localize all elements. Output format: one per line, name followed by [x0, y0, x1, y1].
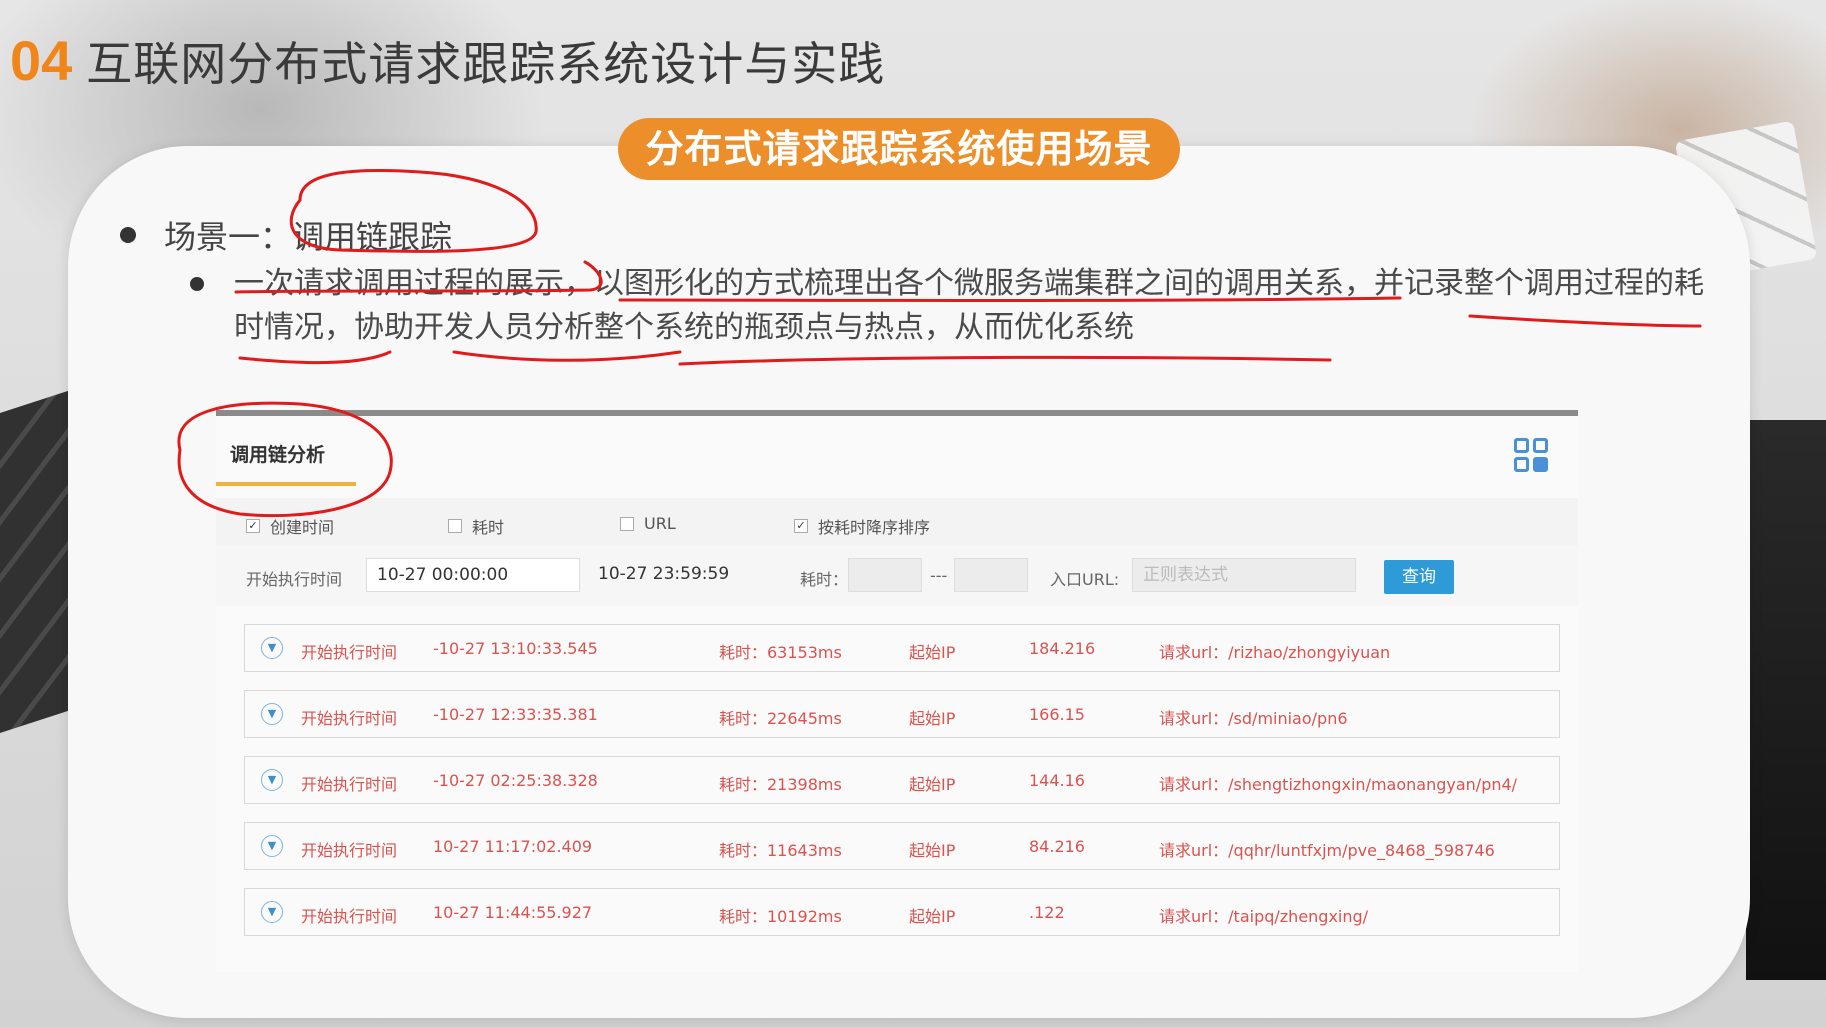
bullet-dot-icon: [120, 227, 136, 243]
expand-chevron-icon[interactable]: ▼: [261, 703, 283, 725]
row-time: -10-27 12:33:35.381: [433, 705, 598, 724]
duration-max-input[interactable]: [954, 558, 1028, 592]
filter-duration[interactable]: 耗时: [448, 514, 504, 538]
trace-row[interactable]: ▼ 开始执行时间 -10-27 13:10:33.545 耗时：63153ms …: [244, 624, 1560, 672]
row-time-label: 开始执行时间: [301, 643, 398, 662]
duration-label: 耗时：: [800, 570, 849, 589]
row-duration: 耗时：63153ms: [719, 643, 842, 662]
expand-chevron-icon[interactable]: ▼: [261, 835, 283, 857]
row-duration: 耗时：21398ms: [719, 775, 842, 794]
checkbox-icon[interactable]: [620, 516, 634, 531]
row-ip: 144.16: [1029, 771, 1085, 790]
trace-row[interactable]: ▼ 开始执行时间 10-27 11:44:55.927 耗时：10192ms 起…: [244, 888, 1560, 936]
row-ip-label: 起始IP: [909, 775, 956, 794]
row-time: 10-27 11:44:55.927: [433, 903, 593, 922]
start-time-label: 开始执行时间: [246, 570, 343, 589]
duration-min-input[interactable]: [848, 558, 922, 592]
search-bar: 开始执行时间 10-27 00:00:00 10-27 23:59:59 耗时：…: [216, 546, 1578, 606]
grid-view-icon[interactable]: [1514, 438, 1548, 472]
row-url: 请求url：/qqhr/luntfxjm/pve_8468_598746: [1159, 841, 1495, 860]
row-time-label: 开始执行时间: [301, 841, 398, 860]
row-time-label: 开始执行时间: [301, 709, 398, 728]
row-ip: .122: [1029, 903, 1065, 922]
filter-label: 耗时: [472, 518, 505, 537]
expand-chevron-icon[interactable]: ▼: [261, 901, 283, 923]
filter-url[interactable]: URL: [620, 514, 676, 533]
scenario-description-bullet: 一次请求调用过程的展示，以图形化的方式梳理出各个微服务端集群之间的调用关系，并记…: [190, 262, 1710, 350]
query-button[interactable]: 查询: [1384, 560, 1454, 594]
trace-row[interactable]: ▼ 开始执行时间 10-27 11:17:02.409 耗时：11643ms 起…: [244, 822, 1560, 870]
entry-url-input[interactable]: 正则表达式: [1132, 558, 1356, 592]
row-ip: 184.216: [1029, 639, 1096, 658]
row-time: -10-27 02:25:38.328: [433, 771, 598, 790]
dark-device-right: [1746, 420, 1826, 980]
filter-label: 按耗时降序排序: [818, 518, 931, 537]
checkbox-icon[interactable]: ✓: [794, 519, 808, 533]
filter-create-time[interactable]: ✓ 创建时间: [246, 514, 334, 538]
row-ip: 166.15: [1029, 705, 1085, 724]
filter-bar: ✓ 创建时间 耗时 URL ✓ 按耗时降序排序: [216, 498, 1578, 548]
row-ip-label: 起始IP: [909, 643, 956, 662]
row-url: 请求url：/shengtizhongxin/maonangyan/pn4/: [1159, 775, 1518, 794]
slide-number: 04: [10, 29, 73, 92]
filter-label: 创建时间: [270, 518, 335, 537]
scenario-label: 场景一：调用链跟踪: [164, 218, 453, 256]
bullet-dot-icon: [190, 277, 204, 291]
row-duration: 耗时：10192ms: [719, 907, 842, 926]
row-url: 请求url：/sd/miniao/pn6: [1159, 709, 1348, 728]
trace-row[interactable]: ▼ 开始执行时间 -10-27 12:33:35.381 耗时：22645ms …: [244, 690, 1560, 738]
slide-title: 互联网分布式请求跟踪系统设计与实践: [86, 37, 886, 91]
row-ip-label: 起始IP: [909, 709, 956, 728]
row-ip: 84.216: [1029, 837, 1085, 856]
start-time-to-input[interactable]: 10-27 23:59:59: [588, 558, 768, 592]
section-pill: 分布式请求跟踪系统使用场景: [618, 118, 1180, 180]
checkbox-icon[interactable]: ✓: [246, 519, 260, 533]
trace-analysis-panel: 调用链分析 ✓ 创建时间 耗时 URL ✓ 按耗时降序排序 开始执行时间 10-…: [216, 410, 1578, 972]
row-time-label: 开始执行时间: [301, 907, 398, 926]
filter-label: URL: [644, 514, 676, 533]
row-duration: 耗时：11643ms: [719, 841, 842, 860]
scenario-bullet: 场景一：调用链跟踪: [120, 212, 452, 258]
row-duration: 耗时：22645ms: [719, 709, 842, 728]
scenario-description: 一次请求调用过程的展示，以图形化的方式梳理出各个微服务端集群之间的调用关系，并记…: [234, 266, 1704, 345]
row-time: -10-27 13:10:33.545: [433, 639, 598, 658]
row-ip-label: 起始IP: [909, 907, 956, 926]
expand-chevron-icon[interactable]: ▼: [261, 769, 283, 791]
row-ip-label: 起始IP: [909, 841, 956, 860]
checkbox-icon[interactable]: [448, 519, 462, 533]
row-url: 请求url：/rizhao/zhongyiyuan: [1159, 643, 1391, 662]
active-tab-indicator: [216, 482, 356, 486]
start-time-from-input[interactable]: 10-27 00:00:00: [366, 558, 580, 592]
filter-sort-duration-desc[interactable]: ✓ 按耗时降序排序: [794, 514, 930, 538]
duration-separator: ---: [930, 566, 948, 585]
trace-row[interactable]: ▼ 开始执行时间 -10-27 02:25:38.328 耗时：21398ms …: [244, 756, 1560, 804]
row-time-label: 开始执行时间: [301, 775, 398, 794]
row-time: 10-27 11:17:02.409: [433, 837, 593, 856]
row-url: 请求url：/taipq/zhengxing/: [1159, 907, 1369, 926]
tab-call-chain-analysis[interactable]: 调用链分析: [230, 440, 325, 467]
slide-title-row: 04 互联网分布式请求跟踪系统设计与实践: [10, 28, 885, 94]
entry-url-label: 入口URL:: [1050, 570, 1120, 589]
expand-chevron-icon[interactable]: ▼: [261, 637, 283, 659]
